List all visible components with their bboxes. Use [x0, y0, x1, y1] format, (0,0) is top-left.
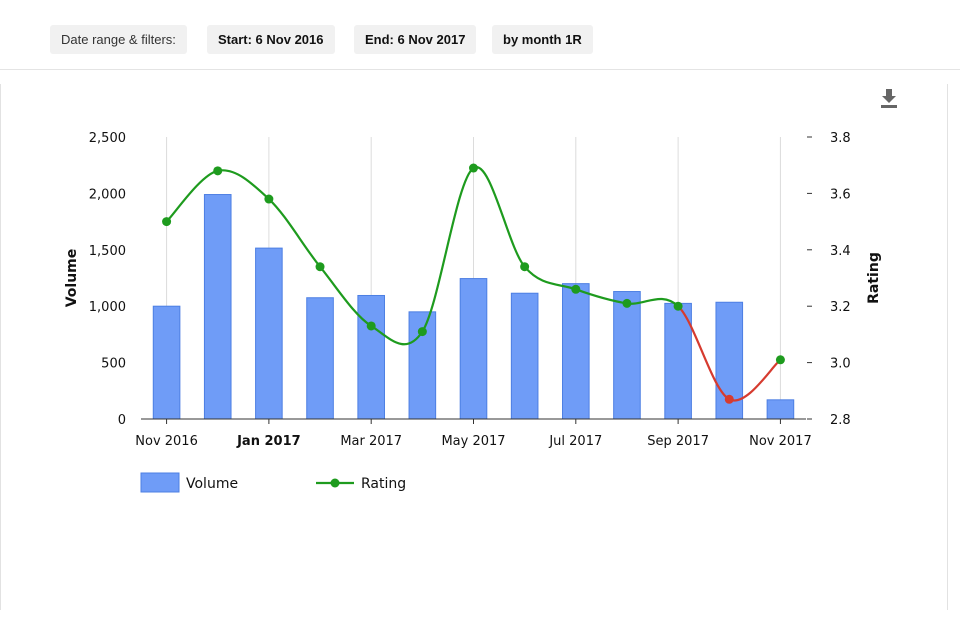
volume-bar: [613, 291, 641, 420]
x-tick-label: Nov 2016: [135, 434, 198, 449]
rating-point: [264, 194, 274, 204]
y-right-tick-label: 3.2: [830, 300, 851, 315]
y-right-title: Rating: [866, 252, 882, 304]
rating-point: [213, 166, 223, 176]
x-tick-label: Jul 2017: [548, 434, 602, 449]
legend-rating-marker: [330, 478, 340, 488]
volume-bar: [357, 294, 385, 420]
x-tick-label: Jan 2017: [236, 434, 301, 449]
y-left-tick-label: 0: [118, 413, 126, 428]
rating-point: [315, 262, 325, 272]
x-tick-label: Mar 2017: [340, 434, 402, 449]
y-left-tick-label: 500: [101, 357, 126, 372]
legend-volume-swatch: [140, 472, 180, 493]
y-right-tick-label: 3.6: [830, 187, 851, 202]
legend-rating-label: Rating: [361, 476, 406, 492]
rating-point: [724, 394, 734, 404]
y-right-tick-label: 3.8: [830, 131, 851, 146]
y-right-tick-label: 3.0: [830, 357, 851, 372]
volume-bar: [152, 305, 181, 420]
y-left-tick-label: 2,500: [89, 131, 126, 146]
rating-point: [775, 355, 785, 365]
rating-point: [520, 262, 530, 272]
volume-bar: [766, 399, 795, 420]
combo-chart: Nov 2016 Jan 2017 Mar 2017 May 2017 Jul 2017…: [64, 131, 882, 493]
volume-bar: [510, 292, 539, 420]
x-tick-label: Nov 2017: [749, 434, 812, 449]
y-left-tick-label: 2,000: [89, 187, 126, 202]
volume-bar: [255, 247, 283, 420]
rating-line-segment: [472, 166, 526, 268]
rating-point: [162, 217, 172, 227]
rating-point: [366, 321, 376, 331]
volume-bar: [203, 194, 232, 420]
x-tick-label: Sep 2017: [647, 434, 709, 449]
rating-point: [673, 301, 683, 311]
x-tick-label: May 2017: [441, 434, 505, 449]
volume-bar: [459, 278, 488, 420]
y-left-title: Volume: [64, 249, 80, 308]
rating-point: [469, 163, 478, 173]
y-right-tick-label: 3.4: [830, 244, 851, 259]
rating-point: [622, 298, 632, 308]
y-left-tick-label: 1,000: [89, 300, 126, 315]
legend-volume-label: Volume: [186, 476, 238, 492]
y-right-tick-label: 2.8: [830, 413, 851, 428]
volume-bar: [306, 297, 334, 420]
y-left-tick-label: 1,500: [89, 244, 126, 259]
rating-point: [417, 327, 427, 337]
rating-point: [571, 284, 581, 294]
volume-bar: [562, 283, 590, 420]
